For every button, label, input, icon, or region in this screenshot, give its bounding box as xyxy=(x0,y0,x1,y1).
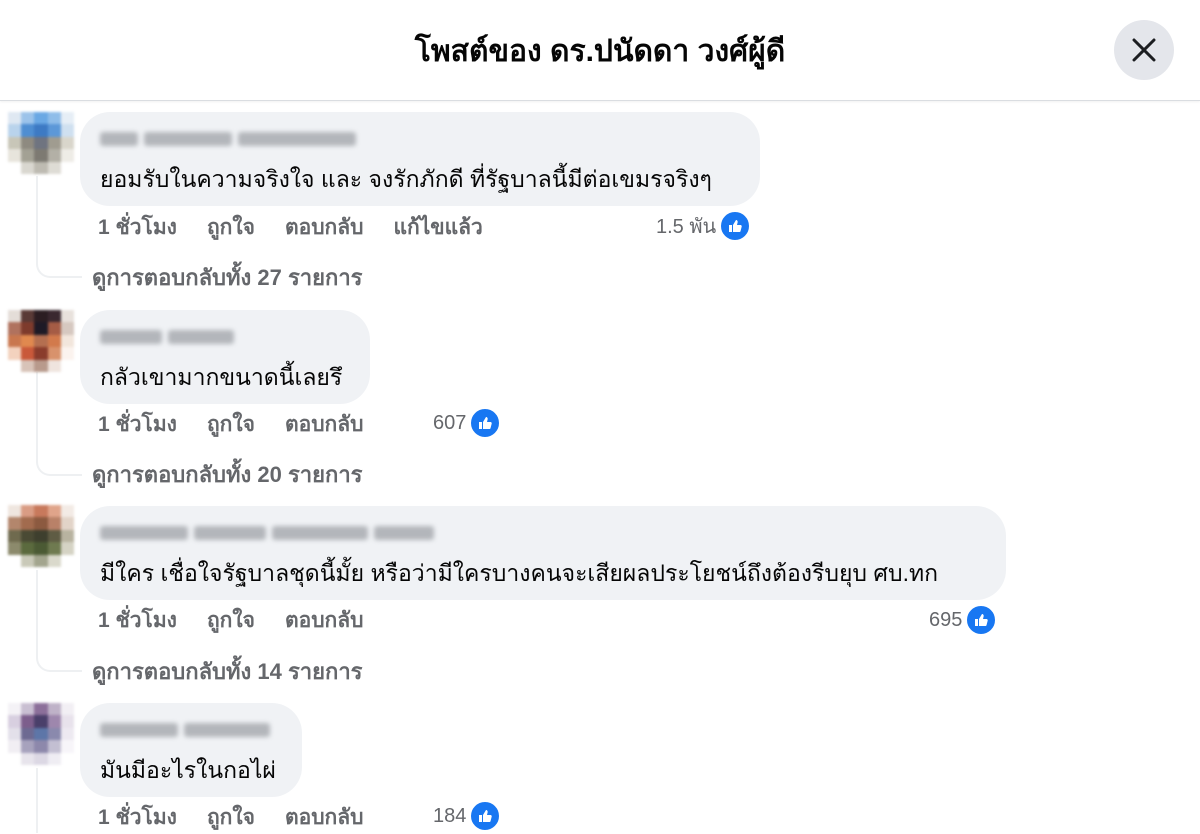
thread-line xyxy=(36,570,38,654)
thread-connector xyxy=(36,254,82,278)
like-reaction-icon xyxy=(469,800,502,832)
comment-bubble: มีใคร เชื่อใจรัฐบาลชุดนี้มั้ย หรือว่ามีใ… xyxy=(80,506,1006,600)
reaction-summary[interactable]: 695 xyxy=(929,604,998,636)
dialog-title: โพสต์ของ ดร.ปนัดดา วงศ์ผู้ดี xyxy=(414,35,786,68)
reaction-summary[interactable]: 1.5 พัน xyxy=(656,210,752,242)
comment-text: กลัวเขามากขนาดนี้เลยรึ xyxy=(100,364,343,390)
comment-bubble: มันมีอะไรในกอไผ่ xyxy=(80,703,302,797)
comment-text: ยอมรับในความจริงใจ และ จงรักภักดี ที่รัฐ… xyxy=(100,166,712,192)
comment-bubble: ยอมรับในความจริงใจ และ จงรักภักดี ที่รัฐ… xyxy=(80,112,760,206)
close-button[interactable] xyxy=(1114,20,1174,80)
author-name-blurred[interactable] xyxy=(100,324,348,350)
comment-timestamp[interactable]: 1 ชั่วโมง xyxy=(98,408,177,441)
thread-line xyxy=(36,372,38,456)
close-icon xyxy=(1132,38,1156,62)
comment-actions: 1 ชั่วโมง ถูกใจ ตอบกลับ xyxy=(98,605,393,635)
thread-connector xyxy=(36,452,82,476)
comment-text: มีใคร เชื่อใจรัฐบาลชุดนี้มั้ย หรือว่ามีใ… xyxy=(100,560,939,586)
comment-actions: 1 ชั่วโมง ถูกใจ ตอบกลับ xyxy=(98,802,393,832)
reaction-summary[interactable]: 184 xyxy=(433,800,502,832)
comment-actions: 1 ชั่วโมง ถูกใจ ตอบกลับ xyxy=(98,409,393,439)
like-button[interactable]: ถูกใจ xyxy=(207,211,255,244)
avatar[interactable] xyxy=(8,505,74,567)
thread-connector xyxy=(36,648,82,672)
reaction-count: 184 xyxy=(433,804,467,827)
reaction-summary[interactable]: 607 xyxy=(433,407,502,439)
reply-button[interactable]: ตอบกลับ xyxy=(285,604,364,637)
like-button[interactable]: ถูกใจ xyxy=(207,801,255,834)
reaction-count: 695 xyxy=(929,608,963,631)
view-replies-link[interactable]: ดูการตอบกลับทั้ง 14 รายการ xyxy=(92,654,363,689)
avatar[interactable] xyxy=(8,112,74,174)
thread-line xyxy=(36,768,38,833)
comment-actions: 1 ชั่วโมง ถูกใจ ตอบกลับ แก้ไขแล้ว xyxy=(98,212,513,242)
avatar[interactable] xyxy=(8,703,74,765)
like-button[interactable]: ถูกใจ xyxy=(207,604,255,637)
reply-button[interactable]: ตอบกลับ xyxy=(285,801,364,834)
like-reaction-icon xyxy=(965,604,998,636)
author-name-blurred[interactable] xyxy=(100,520,984,546)
comment-timestamp[interactable]: 1 ชั่วโมง xyxy=(98,604,177,637)
thread-line xyxy=(36,176,38,260)
like-reaction-icon xyxy=(719,210,752,242)
author-name-blurred[interactable] xyxy=(100,717,280,743)
view-replies-link[interactable]: ดูการตอบกลับทั้ง 20 รายการ xyxy=(92,457,363,492)
view-replies-link[interactable]: ดูการตอบกลับทั้ง 27 รายการ xyxy=(92,260,363,295)
reaction-count: 607 xyxy=(433,411,467,434)
avatar[interactable] xyxy=(8,310,74,372)
comment-text: มันมีอะไรในกอไผ่ xyxy=(100,757,276,783)
dialog-header: โพสต์ของ ดร.ปนัดดา วงศ์ผู้ดี xyxy=(0,0,1200,101)
reply-button[interactable]: ตอบกลับ xyxy=(285,408,364,441)
like-button[interactable]: ถูกใจ xyxy=(207,408,255,441)
comment-bubble: กลัวเขามากขนาดนี้เลยรึ xyxy=(80,310,370,404)
like-reaction-icon xyxy=(469,407,502,439)
comment-timestamp[interactable]: 1 ชั่วโมง xyxy=(98,211,177,244)
reply-button[interactable]: ตอบกลับ xyxy=(285,211,364,244)
reaction-count: 1.5 พัน xyxy=(656,216,717,238)
comment-timestamp[interactable]: 1 ชั่วโมง xyxy=(98,801,177,834)
author-name-blurred[interactable] xyxy=(100,126,738,152)
edited-label: แก้ไขแล้ว xyxy=(393,215,483,239)
